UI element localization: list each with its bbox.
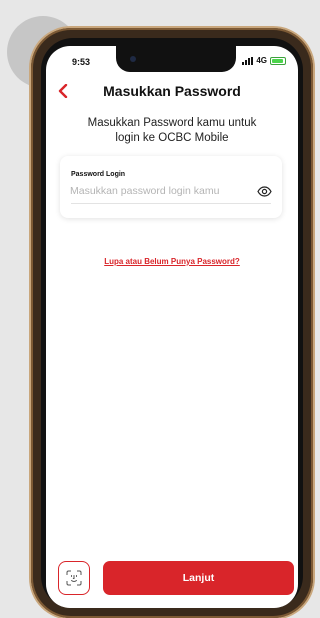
- face-id-icon: [66, 570, 82, 586]
- status-bar: 9:53 4G: [46, 46, 298, 76]
- status-time: 9:53: [72, 57, 91, 67]
- header: Masukkan Password: [46, 80, 298, 104]
- password-card: Password Login: [60, 156, 282, 218]
- network-label: 4G: [256, 56, 267, 65]
- app-screen: 9:53 4G Masukkan Password Masukkan Passw…: [46, 46, 298, 608]
- camera-icon: [130, 56, 136, 62]
- page-subtitle: Masukkan Password kamu untuk login ke OC…: [87, 117, 257, 144]
- page-title: Masukkan Password: [103, 83, 241, 99]
- face-id-button[interactable]: [58, 561, 90, 595]
- eye-icon: [256, 185, 272, 197]
- next-button[interactable]: Lanjut: [103, 561, 294, 595]
- password-underline: [71, 203, 271, 204]
- status-indicators: 4G: [242, 56, 286, 65]
- forgot-password-link[interactable]: Lupa atau Belum Punya Password?: [46, 257, 298, 266]
- password-label: Password Login: [71, 171, 126, 178]
- show-password-button[interactable]: [256, 184, 272, 198]
- signal-icon: [242, 56, 254, 65]
- password-input[interactable]: [70, 182, 255, 200]
- battery-icon: [270, 56, 286, 65]
